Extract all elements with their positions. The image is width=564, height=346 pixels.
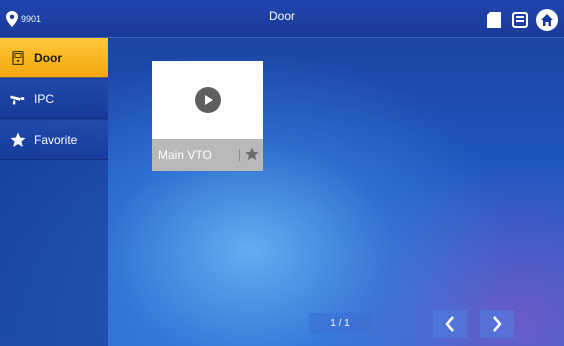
chevron-right-icon bbox=[493, 316, 502, 332]
home-icon bbox=[541, 14, 553, 26]
tile-divider bbox=[239, 149, 240, 161]
memory-card-icon bbox=[510, 10, 530, 30]
door-icon bbox=[10, 50, 26, 66]
sidebar-item-favorite[interactable]: Favorite bbox=[0, 120, 108, 160]
sidebar-item-label: Door bbox=[34, 50, 62, 65]
sidebar: Door IPC Favorite bbox=[0, 38, 108, 346]
status-icons bbox=[484, 9, 558, 31]
star-icon bbox=[10, 132, 26, 148]
next-page-button[interactable] bbox=[480, 310, 514, 338]
page-title: Door bbox=[268, 9, 295, 23]
sidebar-item-ipc[interactable]: IPC bbox=[0, 79, 108, 119]
previous-page-button[interactable] bbox=[433, 310, 467, 338]
sidebar-item-door[interactable]: Door bbox=[0, 38, 108, 78]
sidebar-item-label: IPC bbox=[34, 91, 55, 106]
sidebar-item-label: Favorite bbox=[34, 132, 78, 147]
tile-footer: Main VTO bbox=[152, 139, 263, 171]
home-button[interactable] bbox=[536, 9, 558, 31]
screen: 9901 Door Door IPC Favorite Main VTO 1 /… bbox=[0, 0, 564, 346]
chevron-left-icon bbox=[445, 316, 454, 332]
top-bar: 9901 Door bbox=[0, 0, 564, 38]
page-indicator: 1 / 1 bbox=[309, 313, 371, 333]
favorite-star-icon[interactable] bbox=[245, 147, 259, 161]
device-tile-main-vto[interactable]: Main VTO bbox=[152, 61, 263, 171]
sim-card-icon bbox=[484, 10, 504, 30]
camera-icon bbox=[10, 91, 26, 107]
play-icon bbox=[195, 87, 221, 113]
device-label: Main VTO bbox=[158, 148, 212, 162]
